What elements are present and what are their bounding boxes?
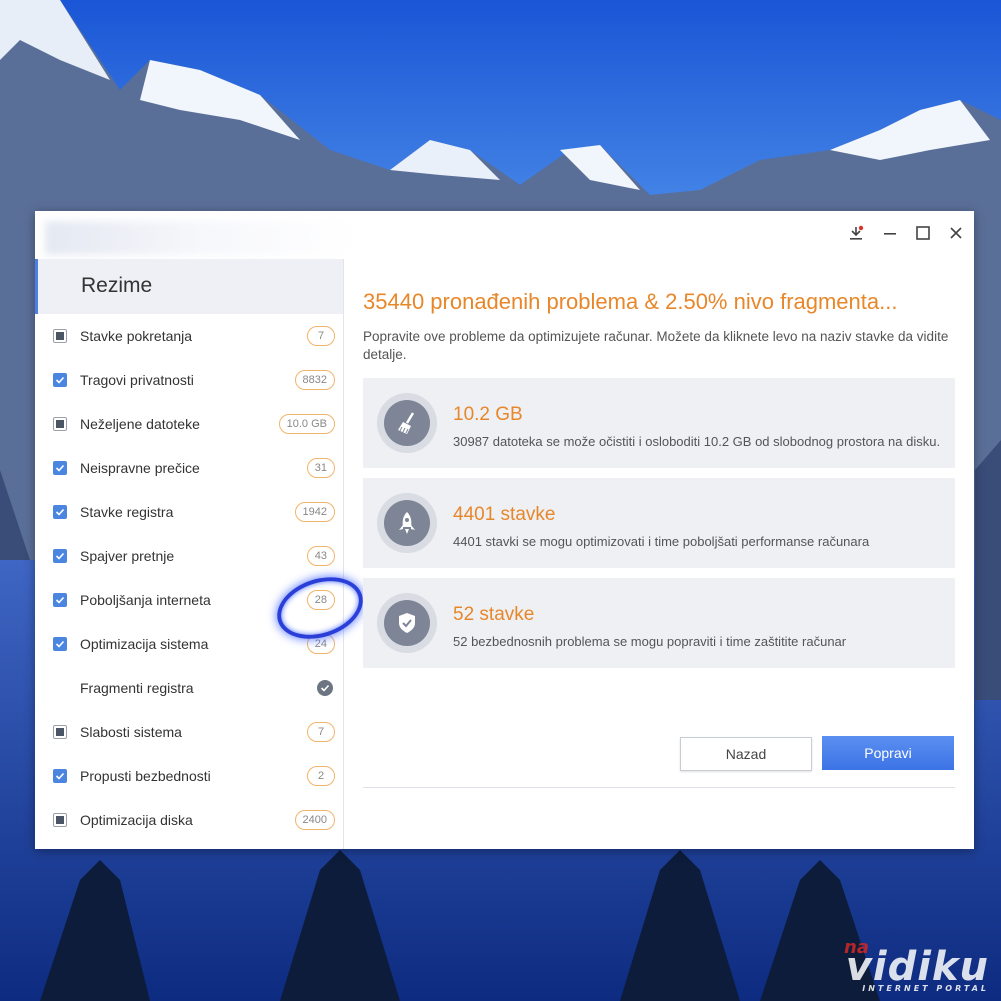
- divider: [363, 787, 955, 788]
- card-title: 4401 stavke: [453, 504, 556, 525]
- count-badge: 2400: [294, 810, 335, 830]
- checkbox-checked[interactable]: [53, 593, 67, 607]
- card-disk-space[interactable]: 10.2 GB 30987 datoteka se može očistiti …: [363, 378, 955, 468]
- broom-icon: [384, 400, 430, 446]
- sidebar-item[interactable]: Stavke registra 1942: [35, 490, 343, 534]
- sidebar-item-label: Propusti bezbednosti: [80, 768, 211, 784]
- sidebar-item[interactable]: Slabosti sistema 7: [35, 710, 343, 754]
- maximize-icon[interactable]: [909, 219, 937, 247]
- sidebar-item-label: Tragovi privatnosti: [80, 372, 194, 388]
- check-circle-icon: [317, 680, 333, 696]
- count-badge: 2: [307, 766, 335, 786]
- checkbox-checked[interactable]: [53, 637, 67, 651]
- sidebar-item-label: Stavke registra: [80, 504, 174, 520]
- instruction-text: Popravite ove probleme da optimizujete r…: [363, 329, 949, 362]
- headline: 35440 pronađenih problema & 2.50% nivo f…: [363, 289, 898, 314]
- count-badge: 43: [306, 546, 335, 566]
- card-security[interactable]: 52 stavke 52 bezbednosnih problema se mo…: [363, 578, 955, 668]
- blurred-app-title: [45, 221, 355, 255]
- checkbox-partial[interactable]: [53, 329, 67, 343]
- checkbox-checked[interactable]: [53, 549, 67, 563]
- shield-icon: [384, 600, 430, 646]
- sidebar-item[interactable]: Fragmenti registra: [35, 666, 343, 710]
- rocket-icon: [384, 500, 430, 546]
- download-icon[interactable]: [842, 219, 870, 247]
- sidebar-item[interactable]: Optimizacija diska 2400: [35, 798, 343, 842]
- card-description: 4401 stavki se mogu optimizovati i time …: [453, 534, 870, 549]
- sidebar-item-label: Slabosti sistema: [80, 724, 182, 740]
- fix-button[interactable]: Popravi: [822, 736, 954, 770]
- count-badge: 31: [306, 458, 335, 478]
- card-title: 52 stavke: [453, 604, 535, 625]
- watermark: na vidiku INTERNET PORTAL: [844, 937, 989, 993]
- sidebar-item[interactable]: Spajver pretnje 43: [35, 534, 343, 578]
- count-badge: 7: [307, 326, 335, 346]
- sidebar-title: Rezime: [81, 274, 153, 297]
- sidebar-item-label: Spajver pretnje: [80, 548, 175, 564]
- count-badge: 10.0 GB: [278, 414, 335, 434]
- count-badge: 7: [307, 722, 335, 742]
- sidebar-header[interactable]: Rezime: [35, 259, 343, 314]
- checkbox-partial[interactable]: [53, 417, 67, 431]
- sidebar-item-label: Optimizacija diska: [80, 812, 193, 828]
- card-description: 30987 datoteka se može očistiti i oslobo…: [453, 434, 941, 449]
- card-icon-ring: [377, 393, 437, 453]
- count-badge: 1942: [294, 502, 335, 522]
- close-icon[interactable]: [942, 219, 970, 247]
- sidebar-item[interactable]: Stavke pokretanja 7: [35, 314, 343, 358]
- sidebar-item-label: Optimizacija sistema: [80, 636, 209, 652]
- watermark-sub: INTERNET PORTAL: [862, 984, 989, 993]
- sidebar-item-label: Poboljšanja interneta: [80, 592, 211, 608]
- back-button[interactable]: Nazad: [680, 737, 812, 771]
- app-window: Rezime Stavke pokretanja 7 Tragovi privatn…: [35, 211, 974, 849]
- title-bar[interactable]: [35, 211, 974, 259]
- sidebar-item[interactable]: Neželjene datoteke 10.0 GB: [35, 402, 343, 446]
- main-panel: 35440 pronađenih problema & 2.50% nivo f…: [344, 259, 974, 849]
- sidebar: Rezime Stavke pokretanja 7 Tragovi privatn…: [35, 259, 371, 849]
- count-badge: 8832: [294, 370, 335, 390]
- card-description: 52 bezbednosnih problema se mogu popravi…: [453, 634, 847, 649]
- card-performance[interactable]: 4401 stavke 4401 stavki se mogu optimizo…: [363, 478, 955, 568]
- sidebar-item-label: Neželjene datoteke: [80, 416, 200, 432]
- card-icon-ring: [377, 493, 437, 553]
- sidebar-item[interactable]: Propusti bezbednosti 2: [35, 754, 343, 798]
- sidebar-item-label: Fragmenti registra: [80, 680, 194, 696]
- checkbox-checked[interactable]: [53, 461, 67, 475]
- sidebar-item-label: Stavke pokretanja: [80, 328, 193, 344]
- card-title: 10.2 GB: [453, 404, 523, 425]
- sidebar-item[interactable]: Tragovi privatnosti 8832: [35, 358, 343, 402]
- checkbox-checked[interactable]: [53, 769, 67, 783]
- card-icon-ring: [377, 593, 437, 653]
- checkbox-checked[interactable]: [53, 505, 67, 519]
- minimize-icon[interactable]: [876, 219, 904, 247]
- sidebar-item[interactable]: Neispravne prečice 31: [35, 446, 343, 490]
- sidebar-item-label: Neispravne prečice: [80, 460, 200, 476]
- checkbox-partial[interactable]: [53, 813, 67, 827]
- checkbox-checked[interactable]: [53, 373, 67, 387]
- checkbox-partial[interactable]: [53, 725, 67, 739]
